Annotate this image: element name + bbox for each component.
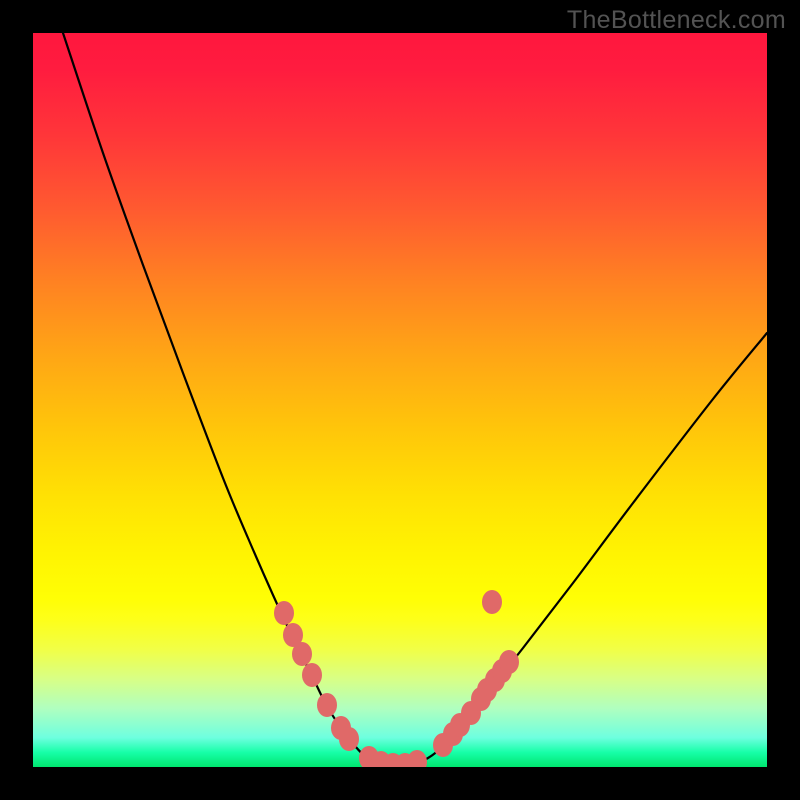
curve-marker [482, 590, 502, 614]
curve-marker [499, 650, 519, 674]
attribution-label: TheBottleneck.com [567, 6, 786, 35]
chart-frame: TheBottleneck.com [0, 0, 800, 800]
curve-marker [317, 693, 337, 717]
curve-marker [407, 750, 427, 767]
curve-marker [339, 727, 359, 751]
bottleneck-curve [63, 33, 767, 766]
curve-overlay [33, 33, 767, 767]
curve-marker [292, 642, 312, 666]
curve-markers [274, 590, 519, 767]
curve-marker [274, 601, 294, 625]
plot-area [33, 33, 767, 767]
curve-marker [302, 663, 322, 687]
